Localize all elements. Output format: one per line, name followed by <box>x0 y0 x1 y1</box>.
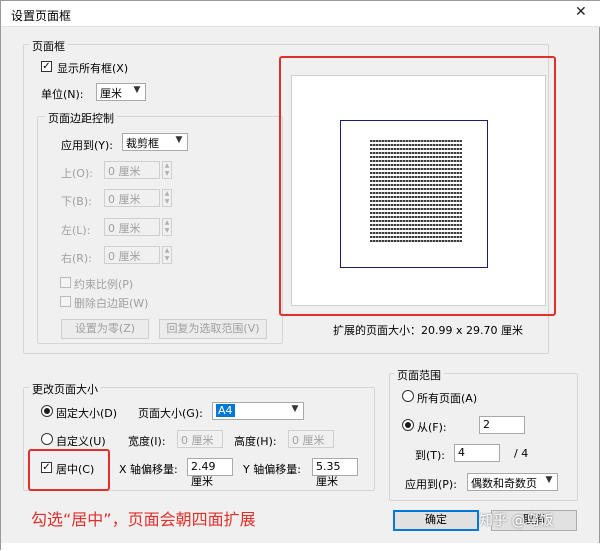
set-to-zero-button[interactable]: 设置为零(Z) <box>61 319 149 339</box>
top-margin-spinner[interactable]: ▲ ▼ <box>162 161 172 179</box>
height-field[interactable]: 0 厘米 <box>288 430 334 448</box>
left-margin-spinner[interactable]: ▲ ▼ <box>162 218 172 236</box>
page-size-select[interactable]: A4 ▼ <box>212 402 304 420</box>
chevron-down-icon: ▼ <box>291 404 299 414</box>
set-page-boxes-dialog: 设置页面框 ✕ 页面框 ✓ 显示所有框(X) 单位(N): 厘米 ▼ 页面边距控… <box>0 0 600 551</box>
chevron-down-icon: ▼ <box>545 475 553 485</box>
center-highlight-box <box>28 449 110 491</box>
all-pages-radio[interactable] <box>402 390 414 402</box>
range-apply-to-value: 偶数和奇数页 <box>471 477 537 490</box>
from-page-radio[interactable] <box>402 419 414 431</box>
close-icon[interactable]: ✕ <box>575 4 587 20</box>
chevron-down-icon: ▼ <box>175 135 183 145</box>
x-offset-label: X 轴偏移量: <box>119 463 178 476</box>
show-all-boxes-checkbox[interactable]: ✓ <box>41 61 52 72</box>
y-offset-label: Y 轴偏移量: <box>243 463 301 476</box>
range-apply-to-select[interactable]: 偶数和奇数页 ▼ <box>467 473 558 491</box>
revert-to-selection-button[interactable]: 回复为选取范围(V) <box>159 319 267 339</box>
custom-size-radio[interactable] <box>41 433 53 445</box>
range-apply-to-label: 应用到(P): <box>405 478 457 491</box>
unit-select[interactable]: 厘米 ▼ <box>96 83 146 101</box>
constrain-proportions-checkbox[interactable] <box>60 277 71 288</box>
show-all-boxes-label: 显示所有框(X) <box>57 62 129 75</box>
unit-label: 单位(N): <box>41 88 84 101</box>
constrain-proportions-label: 约束比例(P) <box>74 278 134 291</box>
left-margin-label: 左(L): <box>61 224 91 237</box>
ok-button[interactable]: 确定 <box>393 510 479 531</box>
right-margin-label: 右(R): <box>61 252 92 265</box>
total-pages-text: / 4 <box>514 447 529 460</box>
page-size-value: A4 <box>216 404 235 417</box>
preview-highlight-box <box>279 56 556 316</box>
top-margin-field[interactable]: 0 厘米 <box>104 161 160 179</box>
change-page-size-legend: 更改页面大小 <box>29 381 101 397</box>
y-offset-field[interactable]: 5.35 厘米 <box>312 458 358 488</box>
custom-size-label: 自定义(U) <box>56 435 106 448</box>
page-range-legend: 页面范围 <box>394 367 444 383</box>
remove-white-margins-label: 删除白边距(W) <box>74 297 149 310</box>
right-margin-field[interactable]: 0 厘米 <box>104 246 160 264</box>
fixed-size-label: 固定大小(D) <box>56 407 118 420</box>
top-margin-label: 上(O): <box>61 167 93 180</box>
chevron-down-icon: ▼ <box>133 85 141 95</box>
dialog-title: 设置页面框 <box>11 9 72 23</box>
margin-apply-to-value: 裁剪框 <box>126 137 159 150</box>
remove-white-margins-checkbox[interactable] <box>60 296 71 307</box>
width-label: 宽度(I): <box>128 435 166 448</box>
page-size-label: 页面大小(G): <box>138 407 203 420</box>
from-page-field[interactable]: 2 <box>479 416 525 434</box>
bottom-margin-field[interactable]: 0 厘米 <box>104 189 160 207</box>
page-boxes-legend: 页面框 <box>29 38 68 54</box>
from-page-label: 从(F): <box>417 421 447 434</box>
height-label: 高度(H): <box>234 435 277 448</box>
expanded-page-size-text: 扩展的页面大小：20.99 x 29.70 厘米 <box>333 324 523 337</box>
margin-control-legend: 页面边距控制 <box>45 110 117 126</box>
left-margin-field[interactable]: 0 厘米 <box>104 218 160 236</box>
to-page-field[interactable]: 4 <box>454 444 500 462</box>
to-page-label: 到(T): <box>415 449 446 462</box>
unit-value: 厘米 <box>100 87 122 100</box>
title-bar: 设置页面框 ✕ <box>1 1 600 27</box>
right-margin-spinner[interactable]: ▲ ▼ <box>162 246 172 264</box>
margin-apply-to-select[interactable]: 裁剪框 ▼ <box>122 133 188 151</box>
bottom-margin-label: 下(B): <box>61 195 92 208</box>
watermark: 知乎 @乌饭 <box>479 513 554 529</box>
fixed-size-radio[interactable] <box>41 405 53 417</box>
bottom-margin-spinner[interactable]: ▲ ▼ <box>162 189 172 207</box>
annotation-text: 勾选“居中”，页面会朝四面扩展 <box>31 510 256 529</box>
margin-apply-to-label: 应用到(Y): <box>61 139 114 152</box>
width-field[interactable]: 0 厘米 <box>177 430 223 448</box>
x-offset-field[interactable]: 2.49 厘米 <box>187 458 233 488</box>
all-pages-label: 所有页面(A) <box>417 392 478 405</box>
